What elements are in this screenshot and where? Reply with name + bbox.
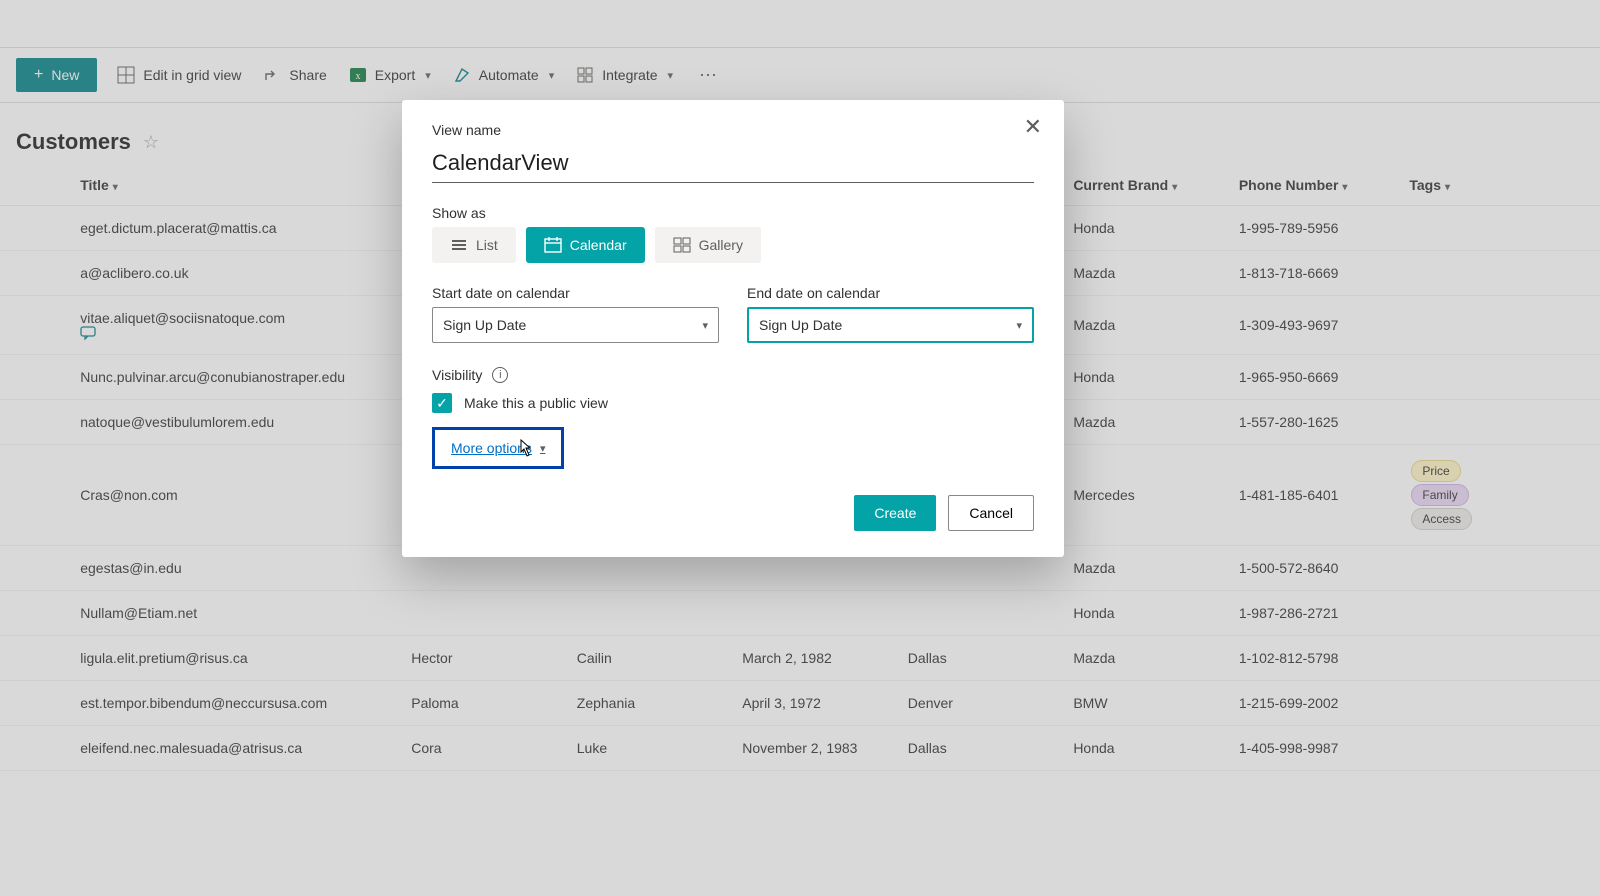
more-options-highlight: More options ▾	[432, 427, 564, 469]
calendar-icon	[544, 237, 562, 253]
close-button[interactable]: ✕	[1024, 114, 1042, 140]
info-icon[interactable]: i	[492, 367, 508, 383]
list-lines-icon	[450, 238, 468, 252]
cancel-button[interactable]: Cancel	[948, 495, 1034, 531]
public-view-label: Make this a public view	[464, 395, 608, 411]
chevron-down-icon: ▾	[1016, 319, 1022, 332]
show-as-calendar-button[interactable]: Calendar	[526, 227, 645, 263]
start-date-value: Sign Up Date	[443, 317, 526, 333]
end-date-label: End date on calendar	[747, 285, 1034, 301]
visibility-label: Visibility	[432, 367, 482, 383]
public-view-checkbox-row[interactable]: ✓ Make this a public view	[432, 393, 1034, 413]
create-button[interactable]: Create	[854, 495, 936, 531]
start-date-label: Start date on calendar	[432, 285, 719, 301]
view-name-label: View name	[432, 122, 1034, 138]
chevron-down-icon: ▾	[702, 319, 708, 332]
gallery-grid-icon	[673, 237, 691, 253]
chevron-down-icon: ▾	[540, 442, 546, 455]
end-date-value: Sign Up Date	[759, 317, 842, 333]
more-options-link[interactable]: More options ▾	[451, 440, 545, 456]
show-as-label: Show as	[432, 205, 1034, 221]
view-name-input[interactable]	[432, 144, 1034, 183]
show-as-list-button[interactable]: List	[432, 227, 516, 263]
show-as-gallery-button[interactable]: Gallery	[655, 227, 761, 263]
end-date-select[interactable]: Sign Up Date ▾	[747, 307, 1034, 343]
checkbox-checked-icon: ✓	[432, 393, 452, 413]
start-date-select[interactable]: Sign Up Date ▾	[432, 307, 719, 343]
close-icon: ✕	[1024, 114, 1042, 139]
show-as-segmented: List Calendar Gallery	[432, 227, 1034, 263]
create-view-dialog: ✕ View name Show as List Calendar Galler…	[402, 100, 1064, 557]
